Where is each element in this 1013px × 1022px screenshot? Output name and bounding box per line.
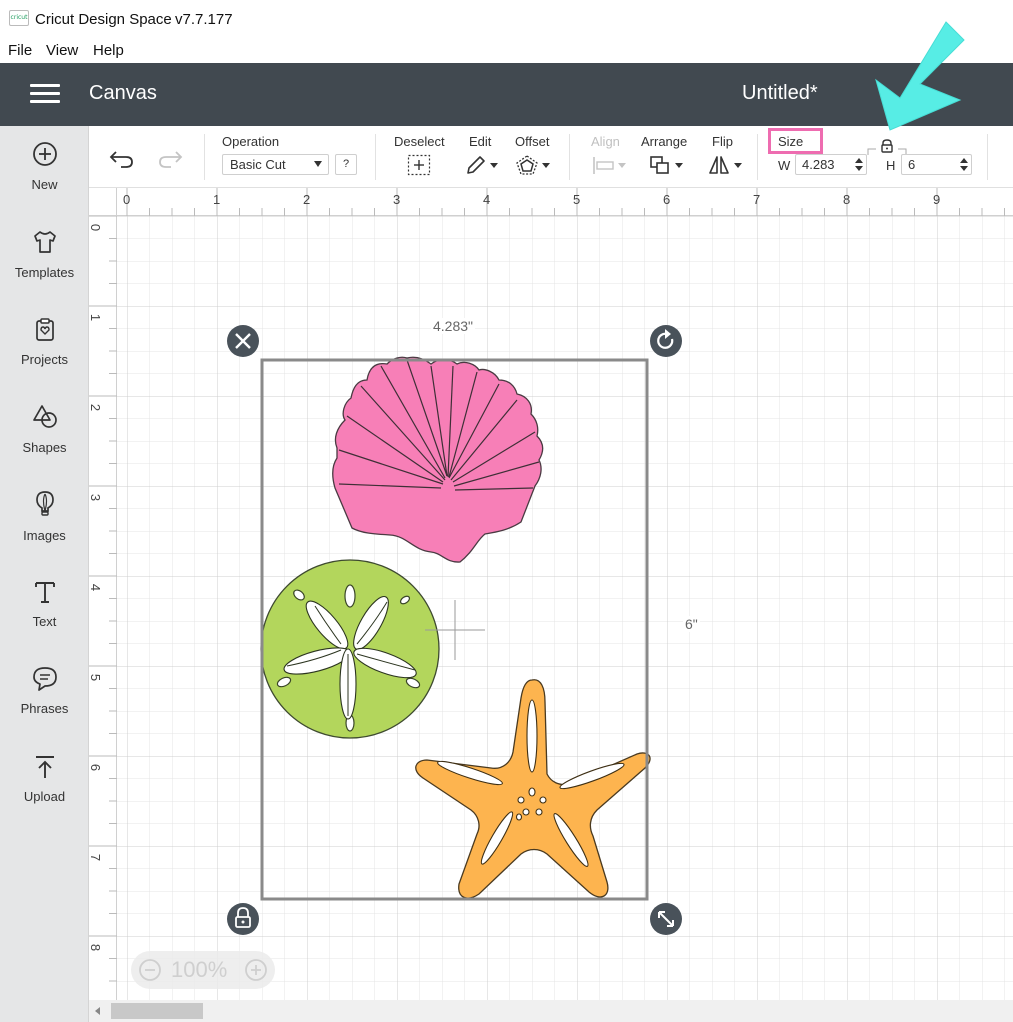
- lightbulb-icon: [36, 491, 54, 516]
- cricut-logo-icon: cricut: [9, 10, 29, 26]
- align-label: Align: [591, 134, 620, 149]
- width-input[interactable]: 4.283: [795, 154, 867, 175]
- sidebar-item-templates[interactable]: Templates: [0, 228, 89, 308]
- size-label: Size: [778, 134, 804, 149]
- selection-height-label: 6": [683, 616, 700, 632]
- design-canvas[interactable]: 0 1 2 3 4 5 6 7 8 9 0 1 2 3 4 5 6 7 8 4.…: [89, 188, 1013, 1000]
- sidebar-item-label: Upload: [23, 789, 66, 804]
- operation-value: Basic Cut: [230, 157, 286, 172]
- width-label: W: [778, 158, 791, 173]
- title-bar: cricut Cricut Design Space v7.7.177: [0, 0, 1013, 38]
- offset-icon[interactable]: [516, 154, 552, 176]
- speech-bubble-icon: [33, 667, 57, 691]
- menu-file[interactable]: File: [8, 42, 32, 59]
- tshirt-icon: [34, 231, 56, 253]
- upload-icon: [36, 756, 54, 778]
- operation-label: Operation: [222, 134, 280, 149]
- sidebar-item-upload[interactable]: Upload: [0, 753, 89, 833]
- sidebar-item-images[interactable]: Images: [0, 490, 89, 570]
- offset-label: Offset: [515, 134, 550, 149]
- sidebar-item-phrases[interactable]: Phrases: [0, 665, 89, 745]
- sidebar-item-shapes[interactable]: Shapes: [0, 403, 89, 483]
- toolbar-divider: [204, 134, 205, 180]
- scroll-left-arrow-icon[interactable]: [95, 1007, 100, 1015]
- sidebar-item-label: Phrases: [20, 701, 69, 716]
- undo-icon[interactable]: [109, 148, 135, 170]
- seashell-shape[interactable]: [332, 356, 544, 563]
- toolbar-divider: [569, 134, 570, 180]
- zoom-level: 100%: [171, 957, 228, 982]
- sidebar-item-new[interactable]: New: [0, 140, 89, 220]
- redo-icon[interactable]: [157, 148, 183, 170]
- height-label: H: [886, 158, 896, 173]
- menu-view[interactable]: View: [46, 42, 78, 59]
- height-input[interactable]: 6: [901, 154, 972, 175]
- sidebar-item-label: Templates: [14, 265, 75, 280]
- sidebar-item-text[interactable]: Text: [0, 578, 89, 658]
- plus-circle-icon: [33, 142, 57, 166]
- hamburger-menu-icon[interactable]: [30, 84, 60, 104]
- menu-help[interactable]: Help: [93, 42, 124, 59]
- operation-help-button[interactable]: ?: [335, 154, 357, 175]
- app-header: Canvas Untitled*: [0, 63, 1013, 126]
- deselect-label: Deselect: [394, 134, 445, 149]
- app-title: Cricut Design Space: [35, 11, 172, 28]
- operation-select[interactable]: Basic Cut: [222, 154, 329, 175]
- app-version: v7.7.177: [175, 11, 233, 28]
- arrange-icon[interactable]: [649, 154, 685, 176]
- projects-icon: [36, 318, 54, 341]
- design-layer: [227, 325, 682, 935]
- text-icon: [35, 582, 55, 603]
- sidebar-item-label: New: [31, 177, 58, 192]
- edit-label: Edit: [469, 134, 492, 149]
- page-title: Canvas: [89, 82, 157, 104]
- zoom-in-icon[interactable]: [245, 959, 267, 981]
- horizontal-scrollbar[interactable]: [89, 1000, 1013, 1022]
- spinner-icon[interactable]: [855, 157, 863, 172]
- sidebar-item-projects[interactable]: Projects: [0, 316, 89, 396]
- zoom-control: 100%: [131, 951, 275, 989]
- scrollbar-thumb[interactable]: [111, 1003, 203, 1019]
- sidebar-item-label: Images: [23, 528, 66, 543]
- delete-handle[interactable]: [227, 325, 259, 357]
- flip-icon[interactable]: [708, 154, 744, 176]
- sidebar-item-label: Shapes: [22, 440, 67, 455]
- height-value: 6: [908, 157, 916, 172]
- deselect-icon[interactable]: [407, 154, 431, 176]
- chevron-down-icon: [314, 161, 322, 167]
- annotation-arrow-icon: [875, 21, 965, 131]
- align-icon[interactable]: [592, 154, 628, 176]
- selection-width-label: 4.283": [431, 318, 476, 334]
- left-sidebar: New Templates Projects Shapes Images Tex…: [0, 126, 89, 1022]
- starfish-shape[interactable]: [415, 679, 651, 899]
- spinner-icon[interactable]: [960, 157, 968, 172]
- toolbar-divider: [987, 134, 988, 180]
- arrange-label: Arrange: [641, 134, 688, 149]
- rotate-handle[interactable]: [650, 325, 682, 357]
- document-title[interactable]: Untitled*: [742, 82, 818, 105]
- toolbar-divider: [757, 134, 758, 180]
- sidebar-item-label: Text: [32, 614, 57, 629]
- zoom-out-icon[interactable]: [139, 959, 161, 981]
- width-value: 4.283: [802, 157, 835, 172]
- toolbar-divider: [375, 134, 376, 180]
- pencil-icon[interactable]: [464, 154, 500, 176]
- resize-handle[interactable]: [650, 903, 682, 935]
- lock-handle[interactable]: [227, 903, 259, 935]
- flip-label: Flip: [712, 134, 733, 149]
- sand-dollar-shape[interactable]: [260, 559, 440, 739]
- shapes-icon: [33, 405, 57, 428]
- sidebar-item-label: Projects: [21, 352, 68, 367]
- menu-bar: File View Help: [0, 38, 1013, 63]
